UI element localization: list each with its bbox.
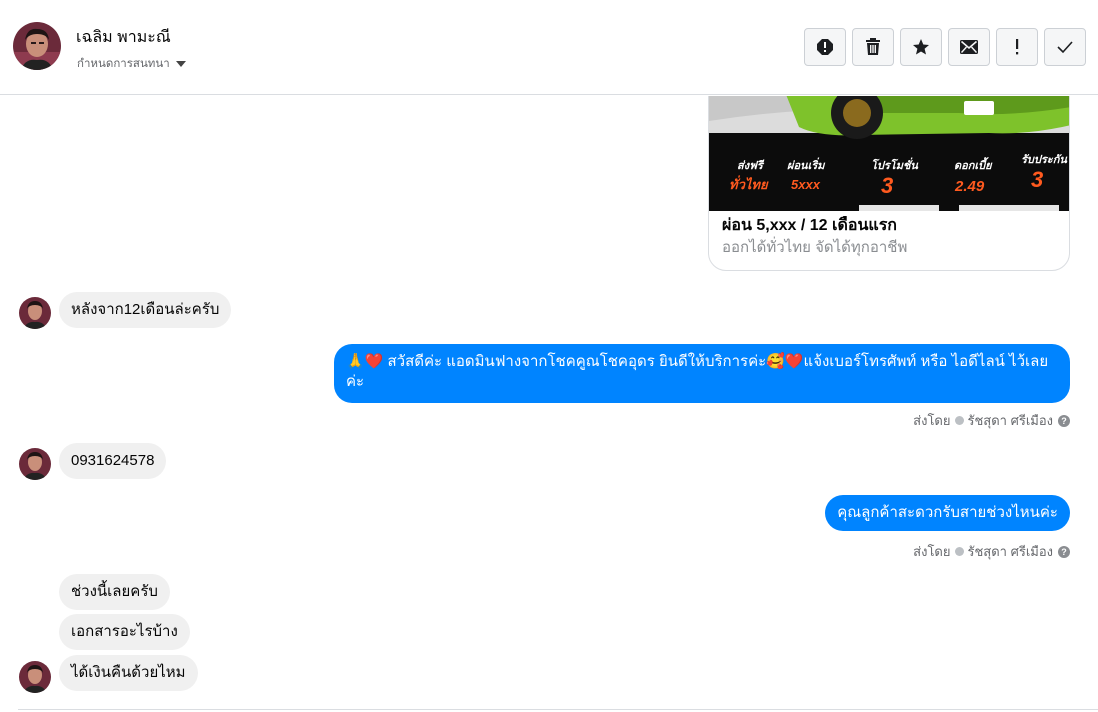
sent-by-info: ส่งโดย รัชสุดา ศรีเมือง ? xyxy=(913,410,1070,431)
envelope-icon xyxy=(960,40,978,54)
ad-card-image: ส่งฟรี ทั่วไทย ผ่อนเริ่ม 5xxx โปรโมชั่น … xyxy=(709,96,1069,211)
contact-avatar-small xyxy=(19,661,51,693)
composer-divider xyxy=(18,709,1098,710)
promo-label-4-bottom: 2.49 xyxy=(954,178,985,195)
sent-by-agent: รัชสุดา ศรีเมือง xyxy=(967,544,1054,559)
promo-label-4-top: ดอกเบี้ย xyxy=(954,157,993,172)
contact-avatar-small xyxy=(19,448,51,480)
message-outgoing[interactable]: 🙏❤️ สวัสดีค่ะ แอดมินฟางจากโชคคูณโชคอุดร … xyxy=(334,344,1070,403)
mark-important-button[interactable] xyxy=(996,28,1038,66)
message-incoming[interactable]: ช่วงนี้เลยครับ xyxy=(59,574,170,610)
sent-by-label: ส่งโดย xyxy=(913,544,951,559)
message-incoming[interactable]: เอกสารอะไรบ้าง xyxy=(59,614,190,650)
message-incoming[interactable]: หลังจาก12เดือนล่ะครับ xyxy=(59,292,232,328)
promo-label-1-bottom: ทั่วไทย xyxy=(729,175,769,192)
contact-avatar[interactable] xyxy=(13,22,61,70)
conversation-header: เฉลิม พามะณี กำหนดการสนทนา xyxy=(0,0,1098,95)
message-line: 🙏❤️ สวัสดีค่ะ แอดมินฟางจากโชคคูณโชคอุดร … xyxy=(346,353,1049,370)
help-icon[interactable]: ? xyxy=(1058,414,1070,427)
ad-card[interactable]: ส่งฟรี ทั่วไทย ผ่อนเริ่ม 5xxx โปรโมชั่น … xyxy=(708,96,1070,271)
star-icon xyxy=(913,39,929,55)
delete-button[interactable] xyxy=(852,28,894,66)
sent-status-icon xyxy=(954,416,964,425)
report-button[interactable] xyxy=(804,28,846,66)
promo-label-1-top: ส่งฟรี xyxy=(737,159,765,172)
help-icon[interactable]: ? xyxy=(1058,545,1070,558)
mark-unread-button[interactable] xyxy=(948,28,990,66)
check-icon xyxy=(1057,41,1073,54)
trash-icon xyxy=(866,38,880,55)
promo-label-3-top: โปรโมชั่น xyxy=(871,157,918,172)
contact-name: เฉลิม พามะณี xyxy=(76,29,171,46)
conversation-schedule-dropdown[interactable]: กำหนดการสนทนา xyxy=(77,55,186,73)
message-line: ค่ะ xyxy=(346,373,365,390)
promo-label-2-top: ผ่อนเริ่ม xyxy=(787,157,826,172)
contact-avatar-small xyxy=(19,297,51,329)
sent-by-label: ส่งโดย xyxy=(913,413,951,428)
report-icon xyxy=(817,39,833,55)
schedule-label: กำหนดการสนทนา xyxy=(77,58,170,70)
exclamation-icon xyxy=(1016,39,1019,55)
sent-status-icon xyxy=(954,547,964,556)
sent-by-agent: รัชสุดา ศรีเมือง xyxy=(967,413,1054,428)
ad-card-description: ออกได้ทั่วไทย จัดได้ทุกอาชีพ xyxy=(722,239,908,256)
sent-by-info: ส่งโดย รัชสุดา ศรีเมือง ? xyxy=(913,541,1070,562)
star-button[interactable] xyxy=(900,28,942,66)
message-outgoing[interactable]: คุณลูกค้าสะดวกรับสายช่วงไหนค่ะ xyxy=(825,495,1070,531)
action-toolbar xyxy=(804,28,1086,66)
message-thread[interactable]: ส่งฟรี ทั่วไทย ผ่อนเริ่ม 5xxx โปรโมชั่น … xyxy=(0,96,1098,712)
mark-done-button[interactable] xyxy=(1044,28,1086,66)
message-incoming[interactable]: ได้เงินคืนด้วยไหม xyxy=(59,655,198,691)
promo-label-5-top: รับประกัน xyxy=(1021,153,1067,166)
promo-label-5-bottom: 3 xyxy=(1031,167,1043,192)
promo-label-2-bottom: 5xxx xyxy=(791,177,821,192)
message-incoming[interactable]: 0931624578 xyxy=(59,443,167,479)
promo-label-3-bottom: 3 xyxy=(881,173,893,198)
caret-down-icon xyxy=(175,61,186,67)
